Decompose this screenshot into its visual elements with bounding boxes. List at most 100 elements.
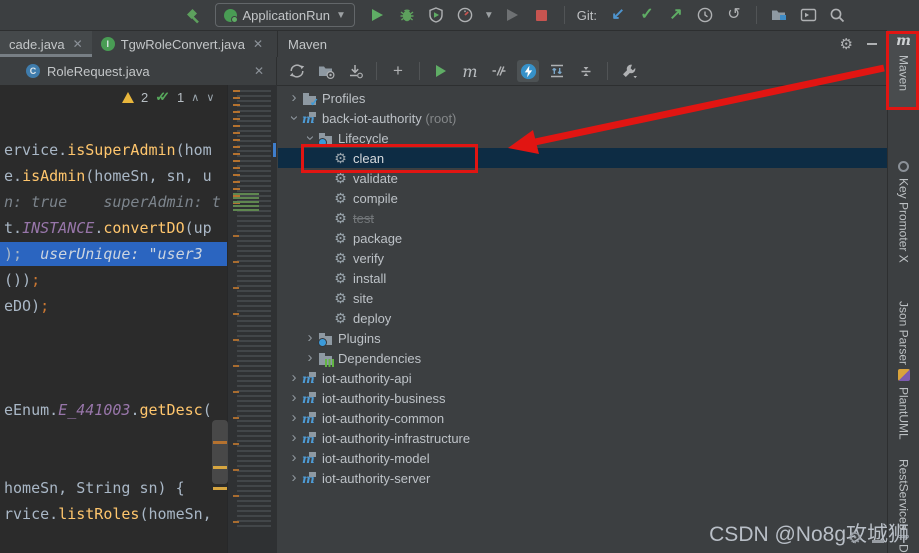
chevron-right-icon[interactable]: ›: [286, 410, 302, 425]
tree-row-iot-authority-model[interactable]: › m iot-authority-model: [278, 448, 887, 468]
toolbar-separator: [419, 62, 420, 80]
git-history-icon[interactable]: [695, 5, 715, 25]
tree-row-iot-authority-server[interactable]: › m iot-authority-server: [278, 468, 887, 488]
stop-button[interactable]: [532, 5, 552, 25]
add-maven-project-icon[interactable]: +: [387, 60, 409, 82]
tree-row-iot-authority-common[interactable]: › m iot-authority-common: [278, 408, 887, 428]
tree-row-install[interactable]: ⚙ install: [278, 268, 887, 288]
git-label: Git:: [576, 7, 597, 23]
chevron-right-icon[interactable]: ›: [302, 350, 318, 365]
inspection-widget[interactable]: 2 ✓✓ 1 ∧ ∨: [122, 89, 214, 105]
main-toolbar: ApplicationRun ▼ ▼ Git: ↙ ✓ ↗ ↺: [0, 0, 887, 31]
terminal-window-icon[interactable]: [798, 5, 818, 25]
code-line: rvice.listRoles(homeSn,: [4, 505, 212, 523]
chevron-up-icon[interactable]: ∧: [191, 91, 199, 104]
tree-row-deploy[interactable]: ⚙ deploy: [278, 308, 887, 328]
build-hammer-icon[interactable]: [182, 5, 202, 25]
interface-icon: I: [100, 37, 115, 51]
editor-scrollbar-thumb[interactable]: [212, 420, 228, 484]
minimap-selection-mark: [273, 143, 276, 157]
maven-toolbar: + m: [278, 57, 895, 85]
chevron-right-icon[interactable]: ›: [286, 370, 302, 385]
key-promoter-icon: [898, 161, 909, 172]
close-icon[interactable]: ✕: [254, 64, 264, 78]
editor-tabs: cade.java ✕ I TgwRoleConvert.java ✕: [0, 31, 278, 57]
tree-label: verify: [353, 250, 385, 266]
maven-module-icon: m: [302, 391, 317, 406]
tree-row-back-iot-authority[interactable]: › m back-iot-authority (root): [278, 108, 887, 128]
code-editor[interactable]: ervice.isSuperAdmin(hom e.isAdmin(homeSn,…: [0, 85, 277, 553]
chevron-right-icon[interactable]: ›: [286, 390, 302, 405]
gear-icon: ⚙: [334, 189, 347, 206]
refresh-icon[interactable]: [286, 60, 308, 82]
run-with-coverage-button[interactable]: [426, 5, 446, 25]
skip-tests-icon[interactable]: [488, 60, 510, 82]
git-commit-icon[interactable]: ✓: [637, 5, 657, 25]
class-icon: C: [26, 64, 40, 78]
toggle-offline-mode-icon[interactable]: [517, 60, 539, 82]
toolwindow-label: PlantUML: [896, 387, 911, 440]
git-push-icon[interactable]: ↗: [666, 5, 686, 25]
tree-row-site[interactable]: ⚙ site: [278, 288, 887, 308]
debug-button[interactable]: [397, 5, 417, 25]
chevron-right-icon[interactable]: ›: [286, 450, 302, 465]
tree-row-Profiles[interactable]: › Profiles: [278, 88, 887, 109]
gear-icon[interactable]: ⚙: [840, 35, 853, 53]
download-sources-icon[interactable]: [344, 60, 366, 82]
warning-icon: [122, 91, 134, 103]
run-configuration-select[interactable]: ApplicationRun ▼: [214, 3, 355, 27]
tab-cade-java[interactable]: cade.java ✕: [0, 31, 92, 57]
tree-label: iot-authority-model: [322, 450, 430, 466]
search-icon[interactable]: [827, 5, 847, 25]
collapse-all-icon[interactable]: [575, 60, 597, 82]
code-line: ());: [4, 271, 41, 289]
code-minimap[interactable]: [227, 85, 277, 553]
watermark: CSDN @No8g攻城狮: [709, 523, 909, 546]
tree-row-verify[interactable]: ⚙ verify: [278, 248, 887, 268]
tab-label: cade.java: [9, 36, 65, 52]
chevron-right-icon[interactable]: ›: [286, 470, 302, 485]
chevron-right-icon[interactable]: ›: [286, 430, 302, 445]
annotation-box-maven-button: [886, 31, 919, 110]
toolwindow-button-json-parser[interactable]: Json Parser: [888, 301, 919, 369]
tab-tgwroleconvert-java[interactable]: I TgwRoleConvert.java ✕: [92, 31, 272, 57]
warning-count: 2: [141, 89, 149, 105]
execute-maven-goal-icon[interactable]: m: [459, 60, 481, 82]
git-rollback-icon[interactable]: ↺: [724, 5, 744, 25]
toolwindow-button-key-promoter-x[interactable]: Key Promoter X: [888, 161, 919, 301]
tab-rolerequest-java[interactable]: C RoleRequest.java ✕: [0, 57, 277, 85]
code-area: ervice.isSuperAdmin(hom e.isAdmin(homeSn,…: [0, 85, 227, 553]
tree-row-iot-authority-infrastructure[interactable]: › m iot-authority-infrastructure: [278, 428, 887, 448]
tree-row-package[interactable]: ⚙ package: [278, 228, 887, 248]
minimize-icon[interactable]: [867, 43, 877, 45]
generate-sources-icon[interactable]: [315, 60, 337, 82]
profiler-chevron-icon[interactable]: ▼: [484, 10, 494, 21]
chevron-down-icon: ▼: [335, 9, 346, 21]
close-icon[interactable]: ✕: [253, 37, 263, 51]
tree-row-compile[interactable]: ⚙ compile: [278, 188, 887, 208]
tree-row-Dependencies[interactable]: › Dependencies: [278, 348, 887, 368]
warning-marker: [213, 466, 227, 469]
chevron-right-icon[interactable]: ›: [302, 330, 318, 345]
run-maven-build-icon[interactable]: [430, 60, 452, 82]
tree-row-Plugins[interactable]: › Plugins: [278, 328, 887, 348]
chevron-down-icon[interactable]: ›: [286, 110, 303, 126]
maven-settings-icon[interactable]: [618, 60, 640, 82]
tree-row-iot-authority-api[interactable]: › m iot-authority-api: [278, 368, 887, 388]
chevron-down-icon[interactable]: ∨: [206, 91, 214, 104]
tree-row-test[interactable]: ⚙ test: [278, 208, 887, 228]
code-line-selected: ); userUnique: "user3: [0, 242, 227, 266]
git-update-icon[interactable]: ↙: [608, 5, 628, 25]
check-icon: ✓✓: [155, 89, 170, 104]
close-icon[interactable]: ✕: [73, 37, 83, 51]
toolwindow-button-plantuml[interactable]: PlantUML: [888, 369, 919, 457]
toolwindow-label: Key Promoter X: [896, 178, 911, 263]
tree-label: iot-authority-server: [322, 470, 431, 486]
tree-row-iot-authority-business[interactable]: › m iot-authority-business: [278, 388, 887, 408]
tab-row-1: cade.java ✕ I TgwRoleConvert.java ✕ Mave…: [0, 31, 887, 57]
chevron-right-icon[interactable]: ›: [286, 90, 302, 105]
run-button[interactable]: [368, 5, 388, 25]
expand-dependencies-icon[interactable]: [546, 60, 568, 82]
project-folders-icon[interactable]: [769, 5, 789, 25]
profiler-button[interactable]: [455, 5, 475, 25]
